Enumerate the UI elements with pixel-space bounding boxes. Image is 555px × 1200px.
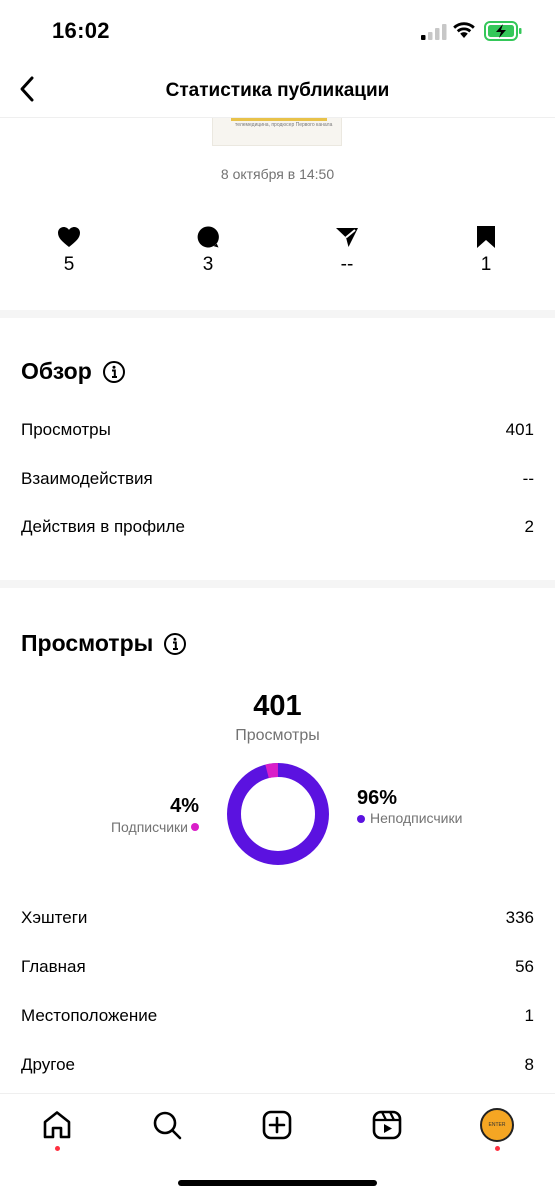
tab-home[interactable] bbox=[40, 1108, 74, 1142]
row-label: Местоположение bbox=[21, 1006, 158, 1025]
tab-search[interactable] bbox=[150, 1108, 184, 1142]
comments-metric: 3 bbox=[168, 224, 248, 276]
post-thumbnail[interactable]: телемедицина, продюсер Первого канала bbox=[212, 118, 342, 146]
row-label: Просмотры bbox=[21, 420, 111, 439]
comments-count: 3 bbox=[202, 254, 214, 275]
cellular-signal-icon bbox=[421, 24, 447, 40]
views-source-home: Главная 56 bbox=[21, 952, 534, 982]
saves-metric: 1 bbox=[446, 224, 526, 276]
views-title: Просмотры bbox=[21, 630, 187, 657]
shares-metric: -- bbox=[307, 224, 387, 276]
home-icon bbox=[43, 1111, 71, 1139]
wifi-icon bbox=[453, 22, 475, 38]
likes-metric: 5 bbox=[29, 224, 109, 276]
row-value: 336 bbox=[505, 908, 534, 927]
shares-count: -- bbox=[340, 254, 354, 275]
comment-icon bbox=[197, 226, 219, 248]
row-label: Другое bbox=[21, 1055, 76, 1074]
non-followers-arc bbox=[227, 763, 329, 865]
overview-row-views: Просмотры 401 bbox=[21, 415, 534, 445]
overview-row-profile-actions: Действия в профиле 2 bbox=[21, 512, 534, 542]
home-indicator bbox=[178, 1180, 377, 1186]
tab-profile[interactable]: ENTER bbox=[480, 1108, 514, 1142]
bookmark-icon bbox=[477, 226, 495, 248]
followers-arc bbox=[227, 763, 329, 865]
followers-percent: 4% bbox=[170, 795, 199, 817]
tab-reels[interactable] bbox=[370, 1108, 404, 1142]
thumbnail-highlight bbox=[231, 118, 327, 121]
page-title: Статистика публикации bbox=[165, 80, 390, 101]
row-label: Взаимодействия bbox=[21, 469, 153, 488]
info-icon[interactable] bbox=[102, 360, 126, 384]
avatar: ENTER bbox=[480, 1108, 514, 1142]
status-bar: 16:02 bbox=[0, 0, 555, 64]
saves-count: 1 bbox=[480, 254, 492, 275]
views-total-label: Просмотры bbox=[235, 727, 320, 744]
row-label: Действия в профиле bbox=[21, 517, 185, 536]
overview-title-text: Обзор bbox=[21, 358, 92, 384]
section-divider bbox=[0, 310, 555, 318]
views-source-location: Местоположение 1 bbox=[21, 1001, 534, 1031]
row-value: 1 bbox=[524, 1006, 534, 1025]
home-notification-dot bbox=[55, 1146, 60, 1151]
row-value: 56 bbox=[515, 957, 534, 976]
header: Статистика публикации bbox=[0, 64, 555, 118]
non-followers-label: Неподписчики bbox=[370, 810, 463, 826]
row-value: 401 bbox=[505, 420, 534, 439]
add-post-icon bbox=[262, 1110, 292, 1140]
heart-icon bbox=[58, 227, 80, 247]
tab-create[interactable] bbox=[260, 1108, 294, 1142]
overview-row-interactions: Взаимодействия -- bbox=[21, 464, 534, 494]
row-value: 8 bbox=[524, 1055, 534, 1074]
profile-notification-dot bbox=[495, 1146, 500, 1151]
followers-dot bbox=[191, 823, 199, 831]
non-followers-legend: Неподписчики bbox=[357, 810, 467, 827]
row-value: 2 bbox=[524, 517, 534, 536]
followers-label: Подписчики bbox=[110, 819, 188, 835]
views-source-hashtags: Хэштеги 336 bbox=[21, 903, 534, 933]
info-icon[interactable] bbox=[163, 632, 187, 656]
post-metrics: 5 3 -- 1 bbox=[0, 224, 555, 284]
non-followers-percent: 96% bbox=[357, 787, 398, 809]
non-followers-dot bbox=[357, 815, 365, 823]
send-icon bbox=[336, 228, 358, 247]
post-date: 8 октября в 14:50 bbox=[220, 166, 335, 182]
views-total: 401 bbox=[253, 690, 302, 722]
row-value: -- bbox=[522, 469, 534, 488]
views-title-text: Просмотры bbox=[21, 630, 154, 656]
likes-count: 5 bbox=[63, 254, 75, 275]
overview-title: Обзор bbox=[21, 358, 126, 385]
section-divider bbox=[0, 580, 555, 588]
battery-charging-icon bbox=[484, 21, 522, 41]
reels-icon bbox=[372, 1110, 402, 1140]
followers-legend: Подписчики bbox=[111, 819, 199, 835]
row-label: Главная bbox=[21, 957, 86, 976]
views-donut-chart bbox=[227, 763, 329, 865]
status-time: 16:02 bbox=[52, 18, 110, 43]
thumbnail-caption: телемедицина, продюсер Первого канала bbox=[235, 122, 333, 128]
search-icon bbox=[153, 1111, 182, 1140]
views-source-other: Другое 8 bbox=[21, 1050, 534, 1080]
row-label: Хэштеги bbox=[21, 908, 88, 927]
avatar-text: ENTER bbox=[488, 1122, 506, 1128]
